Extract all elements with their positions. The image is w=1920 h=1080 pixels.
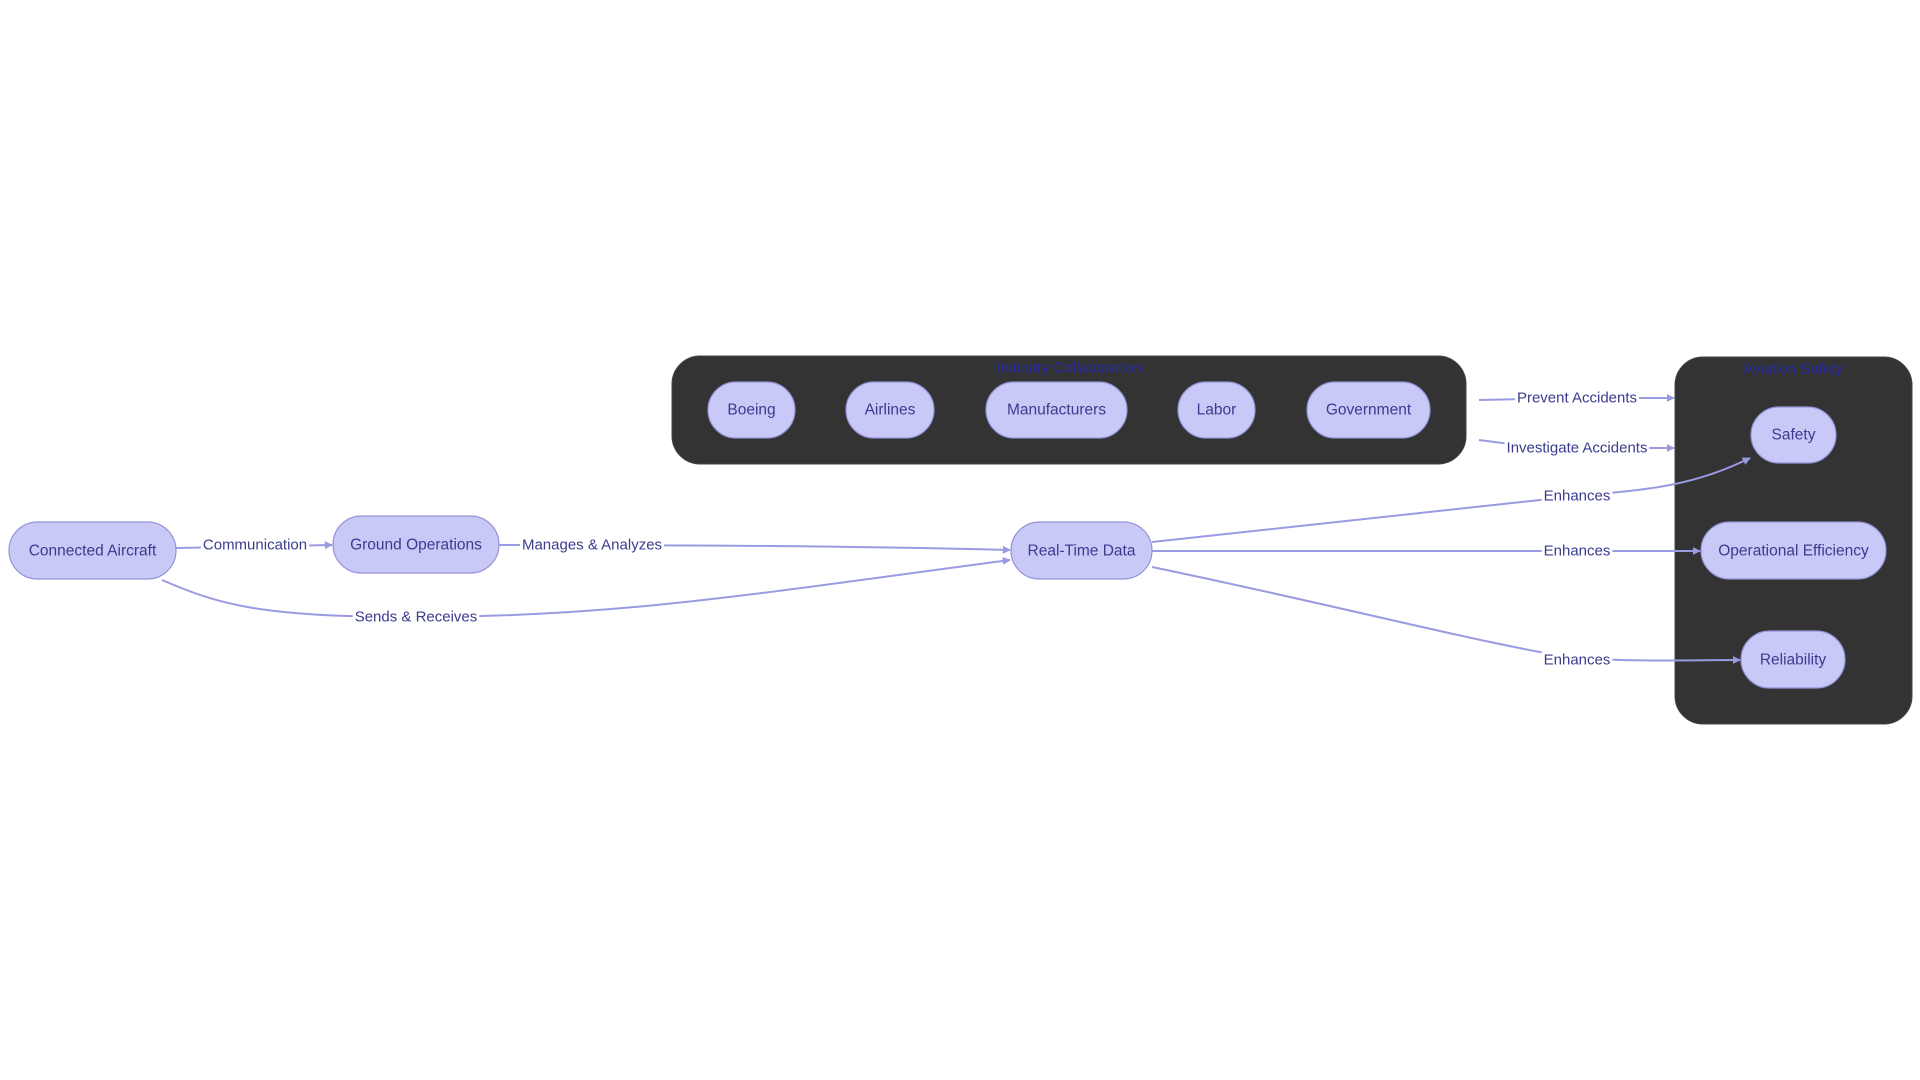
edge-investigate-accidents-label: Investigate Accidents — [1507, 440, 1648, 457]
edge-enhances-efficiency[interactable]: Enhances — [1152, 542, 1701, 560]
edge-sends-receives-label: Sends & Receives — [355, 609, 478, 626]
node-connected-aircraft[interactable]: Connected Aircraft — [8, 521, 177, 580]
node-real-time-data-label: Real-Time Data — [1028, 543, 1136, 560]
edge-communication[interactable]: Communication — [175, 536, 333, 554]
node-connected-aircraft-label: Connected Aircraft — [29, 543, 157, 560]
edge-manages-analyzes-label: Manages & Analyzes — [522, 537, 662, 554]
node-ground-operations-label: Ground Operations — [350, 537, 482, 554]
node-airlines[interactable]: Airlines — [845, 381, 935, 439]
node-airlines-label: Airlines — [865, 402, 916, 419]
flowchart-canvas: Industry Collaboration Aviation Safety C… — [8, 355, 1913, 725]
edge-enhances-safety[interactable]: Enhances — [1151, 457, 1751, 543]
edge-sends-receives-line[interactable] — [161, 556, 1011, 619]
edge-investigate-accidents[interactable]: Investigate Accidents — [1478, 439, 1675, 457]
node-safety[interactable]: Safety — [1750, 406, 1837, 464]
node-operational-efficiency-label: Operational Efficiency — [1718, 543, 1869, 560]
node-labor[interactable]: Labor — [1177, 381, 1256, 439]
edge-sends-receives[interactable]: Sends & Receives — [161, 556, 1011, 626]
node-safety-label: Safety — [1772, 427, 1816, 444]
node-reliability[interactable]: Reliability — [1740, 630, 1846, 689]
cluster-aviation-safety-title: Aviation Safety — [1743, 361, 1843, 378]
node-reliability-label: Reliability — [1760, 652, 1827, 669]
edge-enhances-safety-line[interactable] — [1151, 457, 1751, 543]
node-manufacturers[interactable]: Manufacturers — [985, 381, 1128, 439]
edge-enhances-safety-label: Enhances — [1544, 488, 1611, 505]
node-government[interactable]: Government — [1306, 381, 1431, 439]
edge-manages-analyzes[interactable]: Manages & Analyzes — [497, 536, 1011, 554]
node-boeing-label: Boeing — [727, 402, 775, 419]
cluster-industry-collaboration-title: Industry Collaboration — [996, 360, 1142, 377]
node-real-time-data[interactable]: Real-Time Data — [1010, 521, 1153, 580]
node-labor-label: Labor — [1197, 402, 1237, 419]
edge-communication-label: Communication — [203, 537, 307, 554]
edge-enhances-reliability-label: Enhances — [1544, 652, 1611, 669]
edge-prevent-accidents[interactable]: Prevent Accidents — [1478, 389, 1675, 407]
edge-enhances-reliability[interactable]: Enhances — [1151, 566, 1741, 669]
node-ground-operations[interactable]: Ground Operations — [332, 515, 500, 574]
edge-prevent-accidents-label: Prevent Accidents — [1517, 390, 1637, 407]
edge-enhances-reliability-line[interactable] — [1151, 566, 1741, 665]
node-boeing[interactable]: Boeing — [707, 381, 796, 439]
node-operational-efficiency[interactable]: Operational Efficiency — [1700, 521, 1887, 580]
node-government-label: Government — [1326, 402, 1412, 419]
node-manufacturers-label: Manufacturers — [1007, 402, 1106, 419]
edge-enhances-efficiency-label: Enhances — [1544, 543, 1611, 560]
